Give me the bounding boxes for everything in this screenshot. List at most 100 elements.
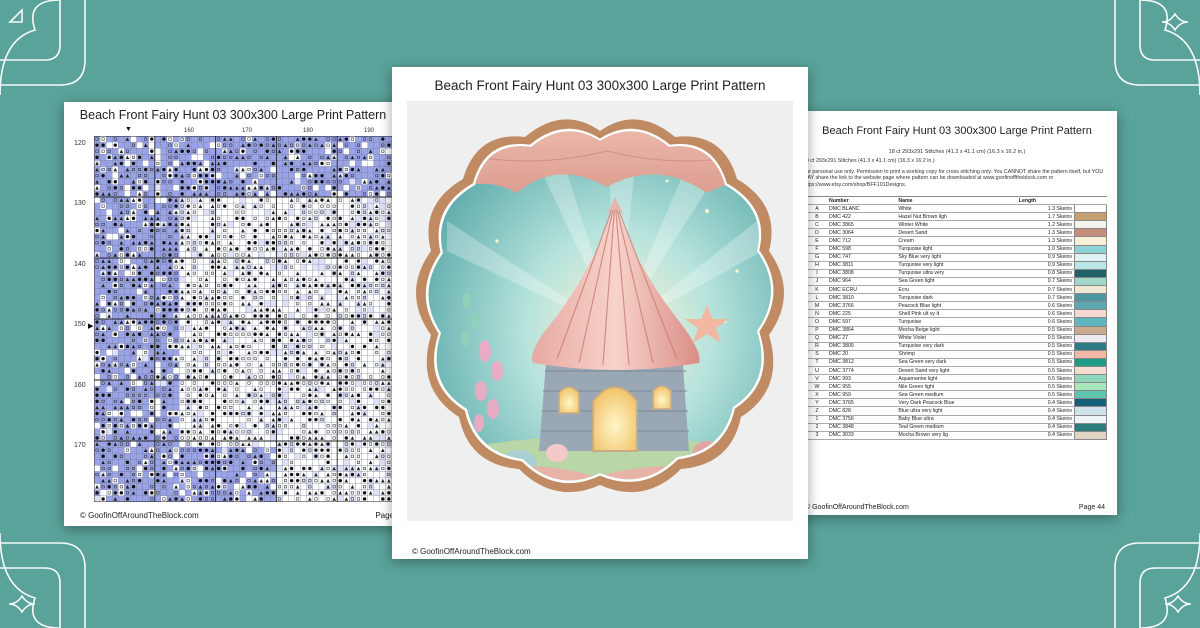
symbol: R bbox=[807, 342, 827, 351]
symbol: D bbox=[807, 228, 827, 238]
table-row: V DMC 993 Aquamarine light 0.5 Skeins bbox=[807, 374, 1107, 384]
table-row: T DMC 3812 Sea Green very dark 0.5 Skeins bbox=[807, 357, 1107, 367]
skein-length: 0.5 Skeins bbox=[1016, 390, 1075, 400]
color-swatch bbox=[1074, 293, 1107, 303]
color-swatch bbox=[1074, 365, 1107, 376]
table-row: S DMC 20 Shrimp 0.5 Skeins bbox=[807, 349, 1107, 359]
symbol: G bbox=[807, 253, 827, 262]
dmc-number: DMC 27 bbox=[827, 334, 897, 343]
dmc-number: DMC 225 bbox=[827, 309, 897, 319]
symbol: B bbox=[807, 212, 827, 222]
table-row: R DMC 3809 Turquoise very dark 0.5 Skeins bbox=[807, 341, 1107, 351]
row-number: 170 bbox=[74, 442, 86, 449]
symbol: N bbox=[807, 309, 827, 319]
dmc-number: DMC ECRU bbox=[827, 285, 897, 295]
table-row: U DMC 3774 Desert Sand very light 0.5 Skein… bbox=[807, 365, 1107, 376]
color-swatch bbox=[1074, 212, 1107, 222]
skein-length: 1.0 Skeins bbox=[1016, 245, 1075, 254]
thread-name: Turquoise light bbox=[896, 245, 1017, 254]
stitch-count: 18 ct 293x291 Stitches (41.3 x 41.1 cm) … bbox=[803, 158, 935, 164]
thread-name: Turquoise bbox=[896, 317, 1017, 327]
color-swatch bbox=[1074, 236, 1107, 246]
column-marker-icon: ▼ bbox=[125, 126, 132, 133]
row-number: 140 bbox=[74, 261, 86, 268]
table-row: Y DMC 3765 Very Dark Peacock Blue 0.4 Skein… bbox=[807, 398, 1107, 408]
table-row: H DMC 3811 Turquoise very light 0.9 Skeins bbox=[807, 260, 1107, 270]
thread-name: Sky Blue very light bbox=[896, 253, 1017, 262]
color-swatch bbox=[1074, 309, 1107, 319]
skein-length: 0.6 Skeins bbox=[1016, 317, 1075, 327]
skein-length: 0.5 Skeins bbox=[1016, 334, 1075, 343]
table-row: X DMC 959 Sea Green medium 0.5 Skeins bbox=[807, 390, 1107, 400]
symbol: V bbox=[807, 374, 827, 384]
dmc-number: DMC 3865 bbox=[827, 220, 897, 230]
symbol: K bbox=[807, 285, 827, 295]
table-row: L DMC 3810 Turquoise dark 0.7 Skeins bbox=[807, 293, 1107, 303]
thread-name: Mocha Beige light bbox=[896, 326, 1017, 335]
skein-length: 0.5 Skeins bbox=[1016, 350, 1075, 359]
table-row: P DMC 3864 Mocha Beige light 0.5 Skeins bbox=[807, 325, 1107, 335]
color-swatch bbox=[1074, 382, 1107, 392]
symbol: Q bbox=[807, 334, 827, 343]
color-swatch bbox=[1074, 244, 1107, 254]
symbol: P bbox=[807, 326, 827, 335]
thread-name: Aquamarine light bbox=[896, 374, 1017, 384]
table-row: Z DMC 828 Blue ultra very light 0.4 Skeins bbox=[807, 406, 1107, 416]
thread-name: Desert Sand very light bbox=[896, 366, 1017, 376]
thread-name: Sea Green very dark bbox=[896, 358, 1017, 367]
row-number: 160 bbox=[74, 382, 86, 389]
table-row: O DMC 597 Turquoise 0.6 Skeins bbox=[807, 317, 1107, 327]
color-swatch bbox=[1074, 268, 1107, 278]
color-swatch bbox=[1074, 374, 1107, 384]
table-row: M DMC 3766 Peacock Blue light 0.6 Skeins bbox=[807, 301, 1107, 311]
dmc-number: DMC 3811 bbox=[827, 261, 897, 270]
thread-name: Desert Sand bbox=[896, 228, 1017, 238]
symbol: F bbox=[807, 245, 827, 254]
column-header-name: Name bbox=[896, 195, 1017, 206]
color-swatch bbox=[1074, 430, 1107, 440]
table-row: C DMC 3865 Winter White 1.2 Skeins bbox=[807, 220, 1107, 230]
column-number: 180 bbox=[303, 128, 314, 134]
symbol: 1 bbox=[807, 415, 827, 424]
pattern-cover-page: Beach Front Fairy Hunt 03 300x300 Large … bbox=[392, 67, 808, 559]
color-swatch bbox=[1074, 357, 1107, 367]
table-row: W DMC 955 Nile Green light 0.5 Skeins bbox=[807, 382, 1107, 392]
pattern-size: 18 ct 293x291 Stitches (41.3 x 41.1 cm) … bbox=[888, 149, 1026, 155]
pattern-grid-page: Beach Front Fairy Hunt 03 300x300 Large … bbox=[64, 102, 402, 526]
row-number: 130 bbox=[74, 200, 86, 207]
copyright-footer: © GoofinOffAroundTheBlock.com bbox=[412, 547, 531, 556]
skein-length: 0.5 Skeins bbox=[1016, 382, 1075, 392]
page-number: Page 44 bbox=[1078, 504, 1105, 511]
dmc-number: DMC BLANC bbox=[827, 204, 897, 214]
color-swatch bbox=[1074, 252, 1107, 262]
floss-list-page: Beach Front Fairy Hunt 03 300x300 Large … bbox=[797, 111, 1117, 515]
dmc-number: DMC 712 bbox=[827, 236, 897, 246]
skein-length: 1.7 Skeins bbox=[1016, 212, 1075, 222]
thread-name: Turquoise very light bbox=[896, 261, 1017, 270]
symbol: H bbox=[807, 261, 827, 270]
dmc-number: DMC 3809 bbox=[827, 342, 897, 351]
color-swatch bbox=[1074, 228, 1107, 238]
dmc-number: DMC 598 bbox=[827, 245, 897, 254]
table-row: 3 DMC 3033 Mocha Brown very lig 0.4 Skeins bbox=[807, 430, 1107, 440]
table-row: K DMC ECRU Ecru 0.7 Skeins bbox=[807, 285, 1107, 295]
skein-length: 0.5 Skeins bbox=[1016, 374, 1075, 384]
row-number: 150 bbox=[74, 321, 86, 328]
skein-length: 0.4 Skeins bbox=[1016, 431, 1075, 440]
thread-name: Very Dark Peacock Blue bbox=[896, 398, 1017, 408]
skein-length: 0.5 Skeins bbox=[1016, 358, 1075, 367]
symbol: Y bbox=[807, 398, 827, 408]
dmc-number: DMC 964 bbox=[827, 277, 897, 287]
thread-name: Turquoise very dark bbox=[896, 342, 1017, 351]
thread-name: Baby Blue ultra bbox=[896, 415, 1017, 424]
table-row: N DMC 225 Shell Pink ult vy lt 0.6 Skeins bbox=[807, 309, 1107, 319]
table-row: A DMC BLANC White 1.3 Skeins bbox=[807, 204, 1107, 214]
color-swatch bbox=[1074, 317, 1107, 327]
skein-length: 0.7 Skeins bbox=[1016, 285, 1075, 295]
color-swatch bbox=[1074, 276, 1107, 287]
color-swatch bbox=[1074, 220, 1107, 230]
skein-length: 0.7 Skeins bbox=[1016, 277, 1075, 287]
symbol: I bbox=[807, 269, 827, 278]
skein-length: 0.5 Skeins bbox=[1016, 342, 1075, 351]
table-row: F DMC 598 Turquoise light 1.0 Skeins bbox=[807, 244, 1107, 254]
